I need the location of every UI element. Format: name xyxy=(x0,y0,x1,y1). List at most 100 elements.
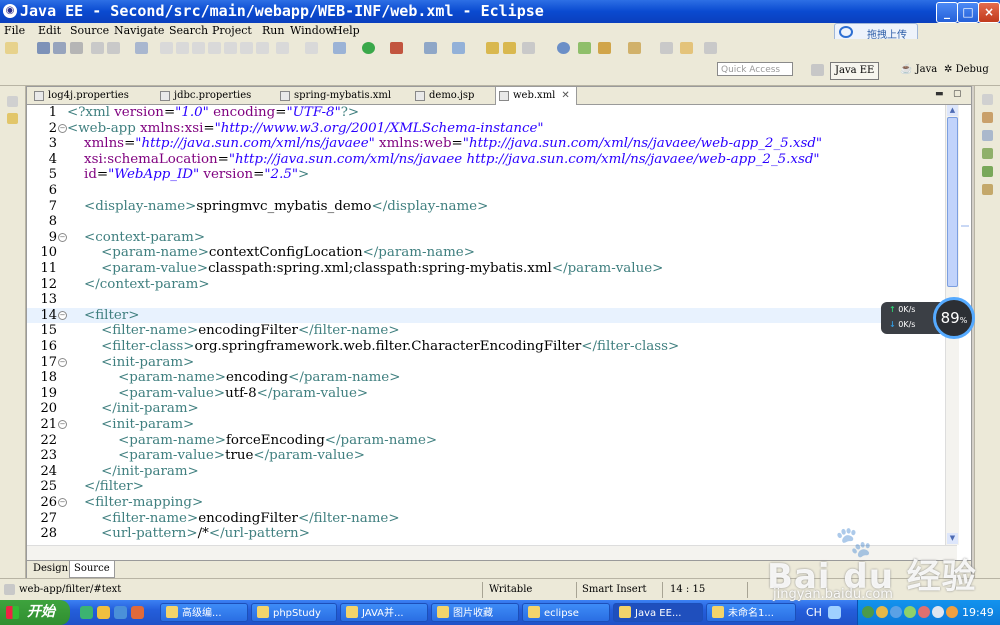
tray-misc-icon[interactable] xyxy=(946,606,958,618)
print-icon[interactable] xyxy=(70,42,83,54)
perspective-javaee[interactable]: Java EE xyxy=(830,62,880,80)
scroll-thumb[interactable] xyxy=(947,117,958,287)
open-type-icon[interactable] xyxy=(486,42,499,54)
back-icon[interactable] xyxy=(660,42,673,54)
toolbar-icon-c[interactable] xyxy=(522,42,535,54)
code-line[interactable]: 14− <filter> xyxy=(27,307,957,324)
code-line[interactable]: 11 <param-value>classpath:spring.xml;cla… xyxy=(27,261,957,277)
quick-access-input[interactable]: Quick Access xyxy=(717,62,793,76)
code-line[interactable]: 25 </filter> xyxy=(27,479,957,495)
taskbar-item[interactable]: phpStudy xyxy=(251,603,337,622)
code-line[interactable]: 3 xmlns="http://java.sun.com/xml/ns/java… xyxy=(27,136,957,152)
quicklaunch-folder-icon[interactable] xyxy=(97,606,110,619)
menu-file[interactable]: File xyxy=(4,24,25,37)
tab-source[interactable]: Source xyxy=(69,561,115,578)
globe-icon[interactable] xyxy=(557,42,570,54)
menu-help[interactable]: Help xyxy=(333,24,360,37)
fold-toggle-icon[interactable]: − xyxy=(58,498,67,507)
close-button[interactable]: × xyxy=(978,2,1000,23)
menu-window[interactable]: Window xyxy=(290,24,335,37)
tray-volume-icon[interactable] xyxy=(932,606,944,618)
fold-toggle-icon[interactable]: − xyxy=(58,232,67,242)
save-all-icon[interactable] xyxy=(53,42,66,54)
code-line[interactable]: 13 xyxy=(27,292,957,308)
outline-icon[interactable] xyxy=(982,112,993,123)
tray-security-icon[interactable] xyxy=(876,606,888,618)
step-return-icon[interactable] xyxy=(256,42,269,54)
tab-demo-jsp[interactable]: demo.jsp xyxy=(412,87,474,104)
maximize-button[interactable]: □ xyxy=(957,2,979,23)
forward-icon[interactable] xyxy=(704,42,717,54)
code-line[interactable]: 5 id="WebApp_ID" version="2.5"> xyxy=(27,167,957,183)
quicklaunch-app-icon[interactable] xyxy=(131,606,144,619)
quicklaunch-ie-icon[interactable] xyxy=(114,606,127,619)
taskbar-item-active[interactable]: Java EE... xyxy=(613,603,703,622)
code-line[interactable]: 27 <filter-name>encodingFilter</filter-n… xyxy=(27,511,957,527)
menu-search[interactable]: Search xyxy=(169,24,208,37)
step-over-icon[interactable] xyxy=(240,42,253,54)
task-list-icon[interactable] xyxy=(982,130,993,141)
minimize-button[interactable]: _ xyxy=(936,2,958,23)
open-folder-icon[interactable] xyxy=(503,42,516,54)
code-line[interactable]: 2− <web-app xmlns:xsi="http://www.w3.org/… xyxy=(27,121,957,137)
code-line[interactable]: 10 <param-name>contextConfigLocation</pa… xyxy=(27,245,957,261)
toolbar-icon-b[interactable] xyxy=(107,42,120,54)
overview-mark[interactable] xyxy=(961,225,969,227)
fold-toggle-icon[interactable]: − xyxy=(58,420,67,429)
taskbar-item[interactable]: 未命名1... xyxy=(706,603,796,622)
code-line[interactable]: 19 <param-value>utf-8</param-value> xyxy=(27,386,957,402)
code-line[interactable]: 23 <param-value>true</param-value> xyxy=(27,448,957,464)
back-arrow-icon[interactable] xyxy=(680,42,693,54)
tray-alert-icon[interactable] xyxy=(918,606,930,618)
console-icon[interactable] xyxy=(982,184,993,195)
skip-breakpoints-icon[interactable] xyxy=(135,42,148,54)
menu-source[interactable]: Source xyxy=(70,24,109,37)
scroll-up-icon[interactable]: ▲ xyxy=(947,105,958,116)
search-icon[interactable] xyxy=(578,42,591,54)
step-into-icon[interactable] xyxy=(224,42,237,54)
code-line[interactable]: 15 <filter-name>encodingFilter</filter-n… xyxy=(27,323,957,339)
code-line[interactable]: 20 </init-param> xyxy=(27,401,957,417)
fold-toggle-icon[interactable]: − xyxy=(58,357,67,367)
quicklaunch-browser-icon[interactable] xyxy=(80,606,93,619)
code-line[interactable]: 22 <param-name>forceEncoding</param-name… xyxy=(27,433,957,449)
resume-icon[interactable] xyxy=(160,42,173,54)
servers-icon[interactable] xyxy=(982,166,993,177)
start-button[interactable]: 开始 xyxy=(0,600,70,625)
code-line[interactable]: 17− <init-param> xyxy=(27,355,957,371)
code-line[interactable]: 18 <param-name>encoding</param-name> xyxy=(27,370,957,386)
system-clock[interactable]: 19:49 xyxy=(962,606,994,619)
save-icon[interactable] xyxy=(37,42,50,54)
code-line[interactable]: 21− <init-param> xyxy=(27,417,957,433)
taskbar-item[interactable]: JAVA并... xyxy=(340,603,428,622)
server-icon[interactable] xyxy=(333,42,346,54)
tray-update-icon[interactable] xyxy=(904,606,916,618)
network-speed-widget[interactable]: ↑ 0K/s ↓ 0K/s 89% xyxy=(881,297,975,339)
taskbar-item[interactable]: 图片收藏 xyxy=(431,603,519,622)
code-line[interactable]: 12 </context-param> xyxy=(27,277,957,293)
annotation-icon[interactable] xyxy=(628,42,641,54)
tab-spring-mybatis-xml[interactable]: spring-mybatis.xml xyxy=(277,87,391,104)
package-explorer-icon[interactable] xyxy=(7,113,18,124)
markers-icon[interactable] xyxy=(982,148,993,159)
suspend-icon[interactable] xyxy=(176,42,189,54)
code-line[interactable]: 9− <context-param> xyxy=(27,230,957,246)
fast-view-icon[interactable] xyxy=(4,584,15,595)
tray-app-icon[interactable] xyxy=(890,606,902,618)
minimize-editor-icon[interactable]: ▬ xyxy=(935,89,946,99)
drop-frame-icon[interactable] xyxy=(276,42,289,54)
code-line[interactable]: 4 xsi:schemaLocation="http://java.sun.co… xyxy=(27,152,957,168)
pen-icon[interactable] xyxy=(598,42,611,54)
fold-toggle-icon[interactable]: − xyxy=(58,123,67,133)
perspective-debug[interactable]: ✲ Debug xyxy=(944,62,989,78)
open-perspective-icon[interactable] xyxy=(811,64,824,76)
new-package-icon[interactable] xyxy=(452,42,465,54)
menu-edit[interactable]: Edit xyxy=(38,24,61,37)
window-titlebar[interactable]: ◉ Java EE - Second/src/main/webapp/WEB-I… xyxy=(0,0,1000,23)
restore-right-icon[interactable] xyxy=(982,94,993,105)
code-line[interactable]: 24 </init-param> xyxy=(27,464,957,480)
code-line[interactable]: 8 xyxy=(27,214,957,230)
tab-jdbc-properties[interactable]: jdbc.properties xyxy=(157,87,251,104)
maximize-editor-icon[interactable]: ▢ xyxy=(953,89,964,99)
tab-web-xml[interactable]: web.xml ✕ xyxy=(495,86,577,105)
